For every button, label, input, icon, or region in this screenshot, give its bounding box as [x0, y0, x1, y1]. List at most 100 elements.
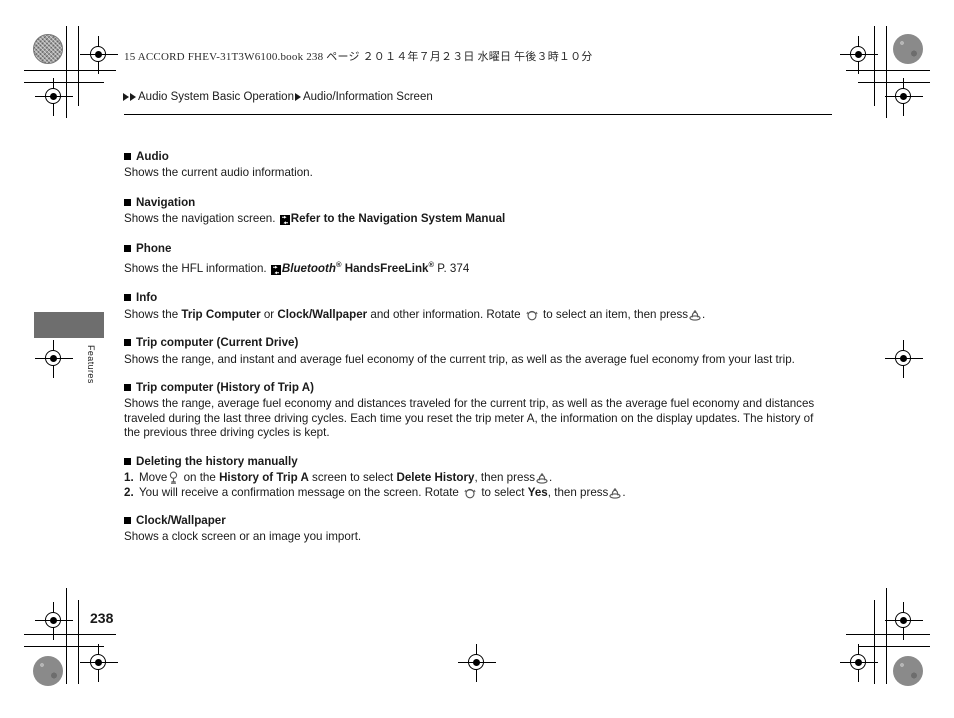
section-clock-body: Shows a clock screen or an image you imp…	[124, 530, 362, 544]
crop-line-br-v1	[886, 588, 887, 684]
features-thumb-tab	[34, 312, 104, 338]
crop-line-br-h2	[858, 646, 930, 647]
deleting-step-1-bold-history-of-trip-a: History of Trip A	[219, 471, 309, 485]
press-knob-icon	[609, 487, 621, 499]
section-navigation-reference[interactable]: Refer to the Navigation System Manual	[291, 212, 506, 225]
color-patch-bottom-right	[893, 656, 923, 686]
deleting-step-1-t1: Move	[139, 471, 168, 485]
section-navigation-body: Shows the navigation screen. Refer to th…	[124, 212, 824, 226]
deleting-step-2-t2: to select	[481, 485, 525, 499]
bullet-square-icon	[124, 457, 131, 465]
crop-line-tr-h2	[858, 82, 930, 83]
crop-line-tr-v2	[874, 26, 875, 106]
section-phone: Phone Shows the HFL information. Bluetoo…	[124, 242, 824, 277]
press-knob-icon	[536, 472, 548, 484]
jump-reference-icon	[270, 265, 281, 276]
section-info-text2: or	[263, 307, 275, 321]
color-patch-top-right	[893, 34, 923, 64]
deleting-step-2-t1: You will receive a confirmation message …	[139, 485, 459, 499]
registration-mark-top-right-inner	[840, 36, 878, 74]
section-navigation-heading-text: Navigation	[136, 195, 196, 209]
breadcrumb-segment-2[interactable]: Audio/Information Screen	[303, 91, 433, 103]
deleting-step-2-t3: ,	[547, 485, 551, 499]
section-navigation: Navigation Shows the navigation screen. …	[124, 196, 824, 227]
crop-line-tl-h2	[24, 82, 104, 83]
crop-line-tl-v2	[78, 26, 79, 106]
registration-mark-right-middle	[885, 340, 923, 378]
registration-mark-top-right-lower	[885, 78, 923, 116]
section-audio-heading-text: Audio	[136, 150, 169, 163]
deleting-step-1-t4: , then press	[474, 471, 536, 485]
deleting-step-2-body: You will receive a confirmation message …	[139, 486, 824, 500]
page-content: Audio Shows the current audio informatio…	[124, 150, 824, 545]
crop-line-bl-h1	[24, 634, 116, 635]
registration-mark-bottom-center	[458, 644, 496, 682]
crop-line-bl-v1	[66, 588, 67, 684]
deleting-step-2-number: 2.	[124, 485, 134, 499]
color-patch-bottom-left	[33, 656, 63, 686]
registration-mark-top-left-inner	[80, 36, 118, 74]
crop-line-tl-v1	[66, 26, 67, 118]
manual-page: Features 15 ACCORD FHEV-31T3W6100.book 2…	[0, 0, 954, 718]
bullet-square-icon	[124, 153, 131, 160]
deleting-step-1-t5: .	[549, 471, 553, 485]
crop-line-tl-h1	[24, 70, 116, 71]
registration-mark-bottom-right-upper	[885, 602, 923, 640]
section-audio-heading: Audio	[124, 150, 824, 164]
bullet-square-icon	[124, 516, 131, 524]
registration-mark-bottom-left-inner	[80, 644, 118, 682]
section-trip-current: Trip computer (Current Drive) Shows the …	[124, 336, 824, 367]
deleting-step-1-t2: on the	[183, 471, 216, 485]
section-phone-heading-text: Phone	[136, 241, 172, 255]
section-info-body: Shows the Trip Computer or Clock/Wallpap…	[124, 308, 824, 322]
bullet-square-icon	[124, 244, 131, 252]
section-phone-ref-brand[interactable]: Bluetooth	[282, 262, 336, 275]
section-phone-ref-page[interactable]: P. 374	[437, 262, 469, 275]
section-phone-ref-name[interactable]: HandsFreeLink	[345, 262, 429, 275]
registration-mark-bottom-left-upper	[35, 602, 73, 640]
section-trip-current-body: Shows the range, and instant and average…	[124, 352, 795, 366]
section-phone-ref-sup2: ®	[428, 260, 435, 270]
move-cursor-icon	[168, 471, 179, 484]
section-info-bold-clock-wallpaper: Clock/Wallpaper	[277, 307, 368, 321]
section-phone-heading: Phone	[124, 242, 824, 256]
section-phone-body: Shows the HFL information. Bluetooth® Ha…	[124, 258, 824, 276]
rotate-knob-icon	[525, 309, 539, 321]
deleting-step-2-bold-yes: Yes	[527, 485, 548, 499]
crop-line-br-h1	[846, 634, 930, 635]
registration-mark-bottom-right-inner	[840, 644, 878, 682]
section-trip-history-body: Shows the range, average fuel economy an…	[124, 397, 815, 440]
deleting-step-2: 2. You will receive a confirmation messa…	[124, 486, 824, 500]
crop-line-bl-v2	[78, 600, 79, 684]
bullet-square-icon	[124, 339, 131, 347]
section-audio-body: Shows the current audio information.	[124, 166, 313, 180]
color-patch-top-left	[33, 34, 63, 64]
section-navigation-heading: Navigation	[124, 196, 824, 210]
section-trip-current-heading-text: Trip computer (Current Drive)	[136, 336, 299, 350]
breadcrumb-segment-1[interactable]: Audio System Basic Operation	[138, 91, 294, 103]
crop-line-bl-h2	[24, 646, 104, 647]
bullet-square-icon	[124, 198, 131, 206]
section-info-text1: Shows the	[124, 307, 179, 321]
rotate-knob-icon	[463, 487, 477, 499]
page-number: 238	[90, 610, 114, 626]
section-trip-current-heading: Trip computer (Current Drive)	[124, 336, 824, 350]
section-info-bold-trip-computer: Trip Computer	[181, 307, 261, 321]
section-audio: Audio Shows the current audio informatio…	[124, 150, 824, 181]
section-clock-heading-text: Clock/Wallpaper	[136, 513, 226, 527]
bullet-square-icon	[124, 294, 131, 302]
deleting-step-1: 1. Move on the History of Trip A screen …	[124, 471, 824, 485]
section-deleting-heading-text: Deleting the history manually	[136, 454, 298, 468]
deleting-step-2-t5: .	[622, 485, 626, 499]
breadcrumb-arrow-icon-2	[130, 93, 136, 101]
section-info: Info Shows the Trip Computer or Clock/Wa…	[124, 291, 824, 322]
breadcrumb-arrow-icon-1	[123, 93, 129, 101]
breadcrumb: Audio System Basic Operation Audio/Inform…	[123, 91, 434, 103]
section-deleting-heading: Deleting the history manually	[124, 455, 824, 469]
section-info-heading-text: Info	[136, 291, 158, 305]
header-divider	[124, 114, 832, 116]
crop-line-tr-v1	[886, 26, 887, 118]
registration-mark-left-middle	[35, 340, 73, 378]
section-trip-history-heading-text: Trip computer (History of Trip A)	[136, 381, 314, 395]
press-knob-icon	[689, 309, 701, 321]
